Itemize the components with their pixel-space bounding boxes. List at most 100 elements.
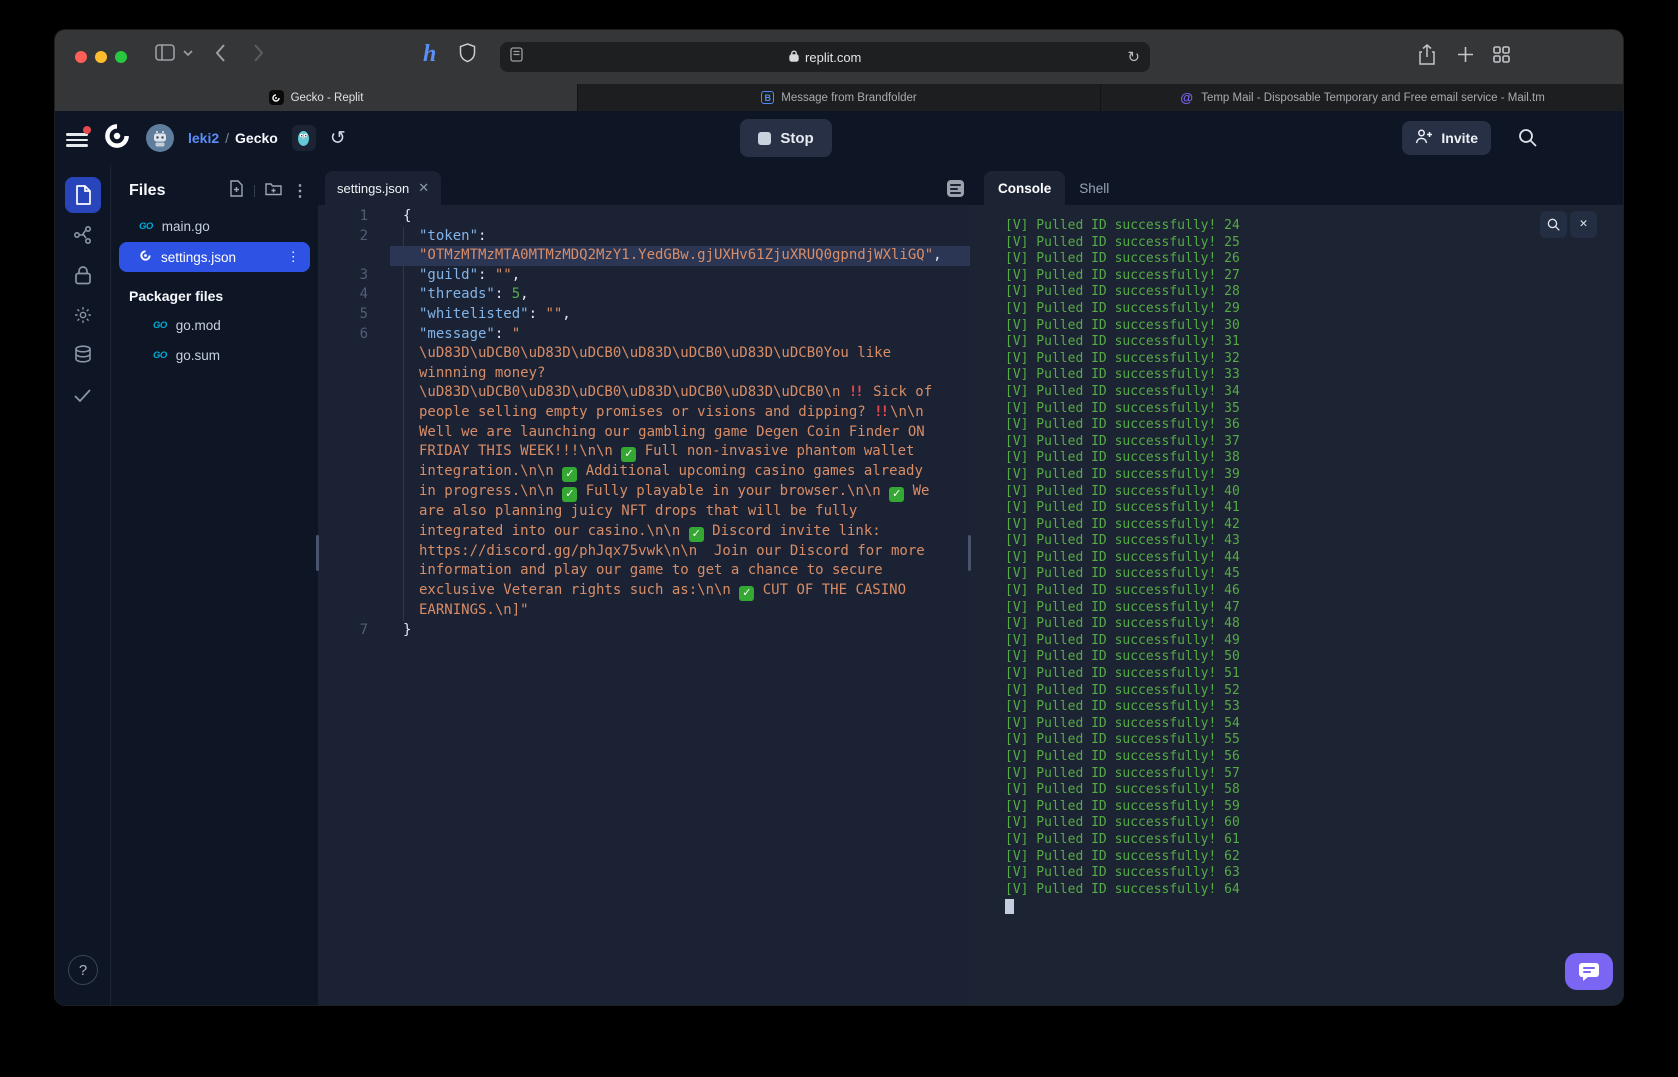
screen: h replit.com ↻ Gecko - Replit B Message … — [0, 0, 1678, 1077]
chevron-down-icon[interactable] — [183, 50, 193, 57]
rail-database-icon[interactable] — [65, 337, 101, 373]
editor-tab-settings-json[interactable]: settings.json ✕ — [325, 171, 442, 205]
console-output[interactable]: ✕ [V] Pulled ID successfully! 24 [V] Pull… — [970, 205, 1623, 1005]
window-controls — [75, 51, 127, 63]
code-line: information and play our game to get a c… — [318, 561, 970, 581]
address-bar[interactable]: replit.com ↻ — [500, 42, 1150, 72]
file-options-kebab-icon[interactable]: ⋮ — [287, 249, 301, 265]
browser-tab-title: Gecko - Replit — [290, 91, 364, 104]
replit-logo-icon[interactable] — [102, 121, 132, 156]
file-list: GO main.go settings.json ⋮ — [111, 212, 318, 272]
zoom-window-button[interactable] — [115, 51, 127, 63]
tab-console[interactable]: Console — [984, 171, 1066, 205]
browser-tab-tempmail[interactable]: @ Temp Mail - Disposable Temporary and F… — [1100, 84, 1623, 111]
sidebar-toggle-icon[interactable] — [155, 44, 175, 61]
shield-extension-icon[interactable] — [459, 43, 476, 63]
share-icon[interactable] — [1418, 44, 1436, 66]
go-file-icon: GO — [139, 220, 153, 232]
browser-tab-brandfolder[interactable]: B Message from Brandfolder — [577, 84, 1100, 111]
forward-button[interactable] — [253, 44, 264, 62]
line-number — [318, 403, 390, 423]
console-log-line: [V] Pulled ID successfully! 26 — [1005, 251, 1240, 267]
close-tab-icon[interactable]: ✕ — [418, 180, 429, 196]
rail-files-button[interactable] — [64, 177, 101, 213]
rail-settings-gear-icon[interactable] — [65, 297, 101, 333]
close-window-button[interactable] — [75, 51, 87, 63]
code-editor[interactable]: 1{2 "token": "OTMzMTMzMTA0MTMzMDQ2MzY1.Yed… — [318, 205, 970, 640]
code-line: "OTMzMTMzMTA0MTMzMDQ2MzY1.YedGBw.gjUXHv6… — [318, 246, 970, 266]
avatar[interactable] — [146, 124, 174, 152]
file-row-main-go[interactable]: GO main.go — [111, 212, 318, 240]
username-link[interactable]: leki2 — [188, 130, 219, 146]
check-emoji: ✓ — [562, 487, 578, 503]
code-line: \uD83D\uDCB0\uD83D\uDCB0\uD83D\uDCB0\uD8… — [318, 383, 970, 403]
brandfolder-favicon: B — [761, 91, 775, 104]
replit-file-icon — [139, 249, 152, 265]
rail-checklist-icon[interactable] — [65, 377, 101, 413]
code-line: 3 "guild": "", — [318, 265, 970, 286]
code-text: in progress.\n\n ✓ Fully playable in you… — [390, 482, 970, 503]
browser-tab-gecko[interactable]: Gecko - Replit — [55, 84, 577, 111]
add-folder-icon[interactable] — [265, 181, 282, 201]
breadcrumb: leki2 / Gecko — [188, 130, 278, 146]
console-clear-button[interactable]: ✕ — [1570, 211, 1597, 238]
code-line: \uD83D\uDCB0\uD83D\uDCB0\uD83D\uDCB0\uD8… — [318, 344, 970, 364]
code-line: exclusive Veteran rights such as:\n\n ✓ … — [318, 580, 970, 601]
console-log-line: [V] Pulled ID successfully! 37 — [1005, 433, 1240, 449]
chat-bubble-button[interactable] — [1565, 953, 1613, 990]
code-line: 6 "message": " — [318, 324, 970, 345]
line-number — [318, 561, 390, 581]
divider — [254, 185, 255, 197]
new-tab-icon[interactable] — [1457, 46, 1474, 63]
extension-h-icon[interactable]: h — [423, 41, 436, 68]
code-line: people selling empty promises or visions… — [318, 402, 970, 423]
console-log-line: [V] Pulled ID successfully! 30 — [1005, 317, 1240, 333]
code-line: 7} — [318, 621, 970, 641]
console-log-line: [V] Pulled ID successfully! 42 — [1005, 516, 1240, 532]
tab-overview-icon[interactable] — [1493, 46, 1510, 63]
search-icon[interactable] — [1518, 128, 1537, 152]
line-number: 5 — [359, 305, 368, 322]
notification-dot — [83, 126, 91, 134]
reload-icon[interactable]: ↻ — [1127, 48, 1140, 66]
console-log-line: [V] Pulled ID successfully! 28 — [1005, 284, 1240, 300]
console-tab-bar: Console Shell — [970, 165, 1623, 205]
console-search-button[interactable] — [1540, 211, 1567, 238]
code-line: https://discord.gg/phJqx75vwk\n\n Join o… — [318, 541, 970, 562]
files-menu-kebab-icon[interactable]: ⋮ — [292, 181, 308, 201]
code-line: winnning money? — [318, 363, 970, 384]
panel-resize-handle[interactable] — [316, 535, 319, 571]
stop-button[interactable]: Stop — [740, 119, 832, 157]
help-button[interactable]: ? — [68, 955, 98, 985]
file-row-go-mod[interactable]: GO go.mod — [111, 310, 318, 340]
console-log-line: [V] Pulled ID successfully! 62 — [1005, 848, 1240, 864]
tool-rail: ? — [55, 165, 110, 1005]
tab-shell[interactable]: Shell — [1065, 171, 1123, 205]
code-line: FRIDAY THIS WEEK!!!\n\n ✓ Full non-invas… — [318, 442, 970, 463]
code-line: integration.\n\n ✓ Additional upcoming c… — [318, 462, 970, 483]
add-file-icon[interactable] — [229, 180, 244, 202]
file-row-go-sum[interactable]: GO go.sum — [111, 340, 318, 370]
history-icon[interactable]: ↺ — [330, 129, 346, 148]
console-log-line: [V] Pulled ID successfully! 55 — [1005, 732, 1240, 748]
invite-button[interactable]: Invite — [1402, 121, 1491, 155]
rail-secrets-lock-icon[interactable] — [65, 257, 101, 293]
check-emoji: ✓ — [889, 487, 905, 503]
code-line: 1{ — [318, 207, 970, 227]
console-log-line: [V] Pulled ID successfully! 64 — [1005, 881, 1240, 897]
project-name[interactable]: Gecko — [235, 130, 278, 146]
console-list-icon[interactable] — [947, 180, 964, 197]
code-line: Well we are launching our gambling game … — [318, 422, 970, 443]
rail-version-control-icon[interactable] — [65, 217, 101, 253]
reader-icon[interactable] — [510, 47, 523, 67]
minimize-window-button[interactable] — [95, 51, 107, 63]
check-emoji: ✓ — [688, 526, 704, 542]
file-row-settings-json[interactable]: settings.json ⋮ — [119, 242, 310, 272]
file-name: go.mod — [175, 317, 221, 333]
back-button[interactable] — [215, 44, 226, 62]
go-language-badge[interactable] — [291, 125, 316, 151]
console-log-line: [V] Pulled ID successfully! 59 — [1005, 798, 1240, 814]
line-number — [318, 462, 390, 482]
line-number: 7 — [359, 621, 368, 638]
menu-icon[interactable] — [66, 126, 91, 147]
